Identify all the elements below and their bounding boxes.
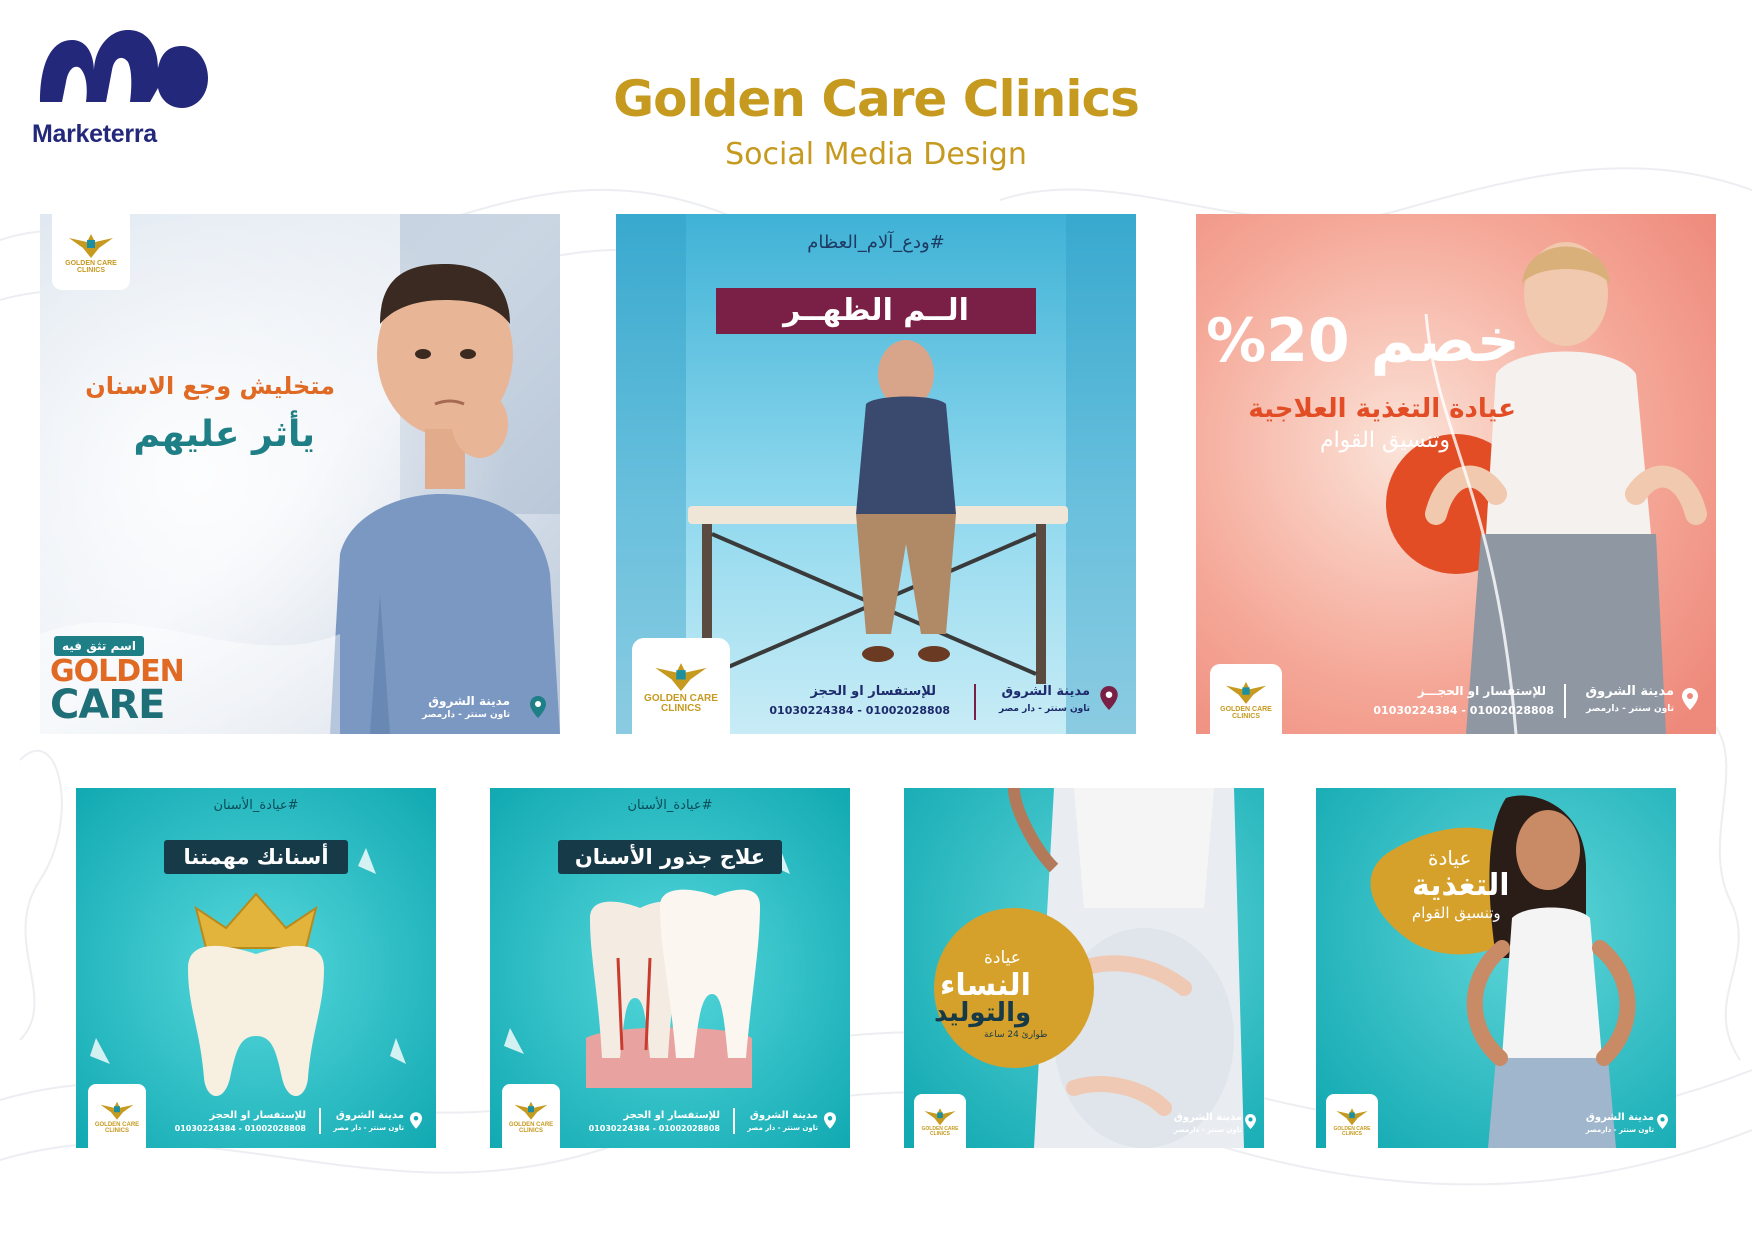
- golden-eagle-icon: [69, 233, 113, 258]
- clinic-logo: GOLDEN CARE CLINICS: [914, 1094, 966, 1148]
- clinic-name-line1: عيادة: [984, 948, 1021, 968]
- location-text: مدينة الشروق: [335, 1110, 404, 1121]
- location-text: مدينة الشروق: [1001, 684, 1090, 699]
- post-dental-kids[interactable]: GOLDEN CARE CLINICS متخليش وجع الاسنان ي…: [40, 214, 560, 734]
- phone-numbers: 01030224384 - 01002028808: [588, 1124, 720, 1133]
- hashtag: #ودع_آلام_العظام: [807, 232, 945, 253]
- contact-label: للإستفسار او الحجز: [810, 684, 936, 699]
- contact-label: للإستفسار او الحجز: [209, 1110, 306, 1121]
- clinic-logo-text: GOLDEN CARE CLINICS: [644, 692, 718, 714]
- location-pin-icon: [1245, 1114, 1256, 1129]
- phone-numbers: 01030224384 - 01002028808: [769, 704, 950, 717]
- location-pin-icon: [824, 1112, 836, 1129]
- footer-divider: [319, 1108, 321, 1134]
- location-sub-text: تاون سنتر - دار مصر: [998, 704, 1090, 714]
- page-subtitle: Social Media Design: [725, 137, 1027, 172]
- clinic-logo: GOLDEN CARE CLINICS: [88, 1084, 146, 1148]
- clinic-logo-text: GOLDEN CARE CLINICS: [921, 1125, 959, 1137]
- location-sub-text: تاون سنتر - دارمصر: [1586, 704, 1674, 714]
- clinic-logo-text: GOLDEN CARE CLINICS: [65, 259, 117, 274]
- page-title: Golden Care Clinics: [613, 70, 1140, 128]
- post-background: [1196, 214, 1716, 734]
- golden-eagle-icon: [1225, 681, 1267, 704]
- golden-eagle-icon: [924, 1107, 956, 1125]
- location-text: مدينة الشروق: [428, 694, 510, 708]
- discount-headline: خصم 20%: [1206, 306, 1522, 376]
- clinic-name-line2: التغذية: [1412, 868, 1510, 903]
- phone-numbers: 01030224384 - 01002028808: [174, 1124, 306, 1133]
- phone-numbers: 01030224384 - 01002028808: [1373, 704, 1554, 717]
- post-nutrition-discount[interactable]: خصم 20% عيادة التغذية العلاجية وتنسيق ال…: [1196, 214, 1716, 734]
- clinic-logo-text: GOLDEN CARE CLINICS: [94, 1121, 140, 1134]
- emergency-note: طوارئ 24 ساعة: [984, 1030, 1048, 1040]
- clinic-logo: GOLDEN CARE CLINICS: [1326, 1094, 1378, 1148]
- clinic-name-line3: والتوليد: [934, 998, 1032, 1028]
- location-pin-icon: [1100, 686, 1118, 710]
- marketerra-logo: Marketerra: [30, 22, 210, 148]
- headline-line1: متخليش وجع الاسنان: [85, 372, 335, 400]
- clinic-logo: GOLDEN CARE CLINICS: [1210, 664, 1282, 734]
- location-pin-icon: [410, 1112, 422, 1129]
- post-nutrition[interactable]: عيادة التغذية وتنسيق القوام GOLDEN CARE …: [1316, 788, 1676, 1148]
- location-sub-text: تاون سنتر - دارمصر: [1585, 1126, 1654, 1134]
- golden-eagle-icon: [514, 1101, 548, 1120]
- clinic-logo: GOLDEN CARE CLINICS: [502, 1084, 560, 1148]
- hashtag: #عيادة_الأسنان: [213, 798, 299, 813]
- care-wordmark: CARE: [50, 682, 165, 728]
- hashtag: #عيادة_الأسنان: [627, 798, 713, 813]
- golden-eagle-icon: [655, 662, 707, 691]
- post-root-canal[interactable]: #عيادة_الأسنان علاج جذور الأسنان GOLDEN …: [490, 788, 850, 1148]
- headline-banner: الــم الظهــر: [716, 288, 1036, 334]
- post-obgyn[interactable]: عيادة النساء والتوليد طوارئ 24 ساعة GOLD…: [904, 788, 1264, 1148]
- clinic-logo-text: GOLDEN CARE CLINICS: [1333, 1125, 1371, 1137]
- clinic-logo-text: GOLDEN CARE CLINICS: [1220, 705, 1272, 720]
- location-pin-icon: [1657, 1114, 1668, 1129]
- headline-line2: يأثر عليهم: [133, 414, 315, 455]
- clinic-logo: GOLDEN CARE CLINICS: [632, 638, 730, 734]
- tagline-badge: اسم تثق فيه: [54, 636, 144, 656]
- marketerra-mark-icon: [40, 30, 208, 108]
- post-teeth-mission[interactable]: #عيادة_الأسنان أسنانك مهمتنا GOLDEN CARE…: [76, 788, 436, 1148]
- location-text: مدينة الشروق: [1173, 1112, 1242, 1123]
- location-sub-text: تاون سنتر - دار مصر: [747, 1124, 818, 1132]
- headline-banner: أسنانك مهمتنا: [164, 840, 348, 874]
- clinic-name-line3: وتنسيق القوام: [1412, 904, 1501, 922]
- post-back-pain[interactable]: #ودع_آلام_العظام الــم الظهــر GOLDEN CA…: [616, 214, 1136, 734]
- contact-label: للإستفسار او الحجـــز: [1417, 684, 1546, 698]
- golden-eagle-icon: [1336, 1107, 1368, 1125]
- footer-divider: [1564, 684, 1566, 718]
- golden-eagle-icon: [100, 1101, 134, 1120]
- clinic-name-line2: وتنسيق القوام: [1319, 428, 1450, 453]
- location-text: مدينة الشروق: [749, 1110, 818, 1121]
- clinic-name-line1: عيادة: [1428, 846, 1472, 870]
- location-sub-text: تاون سنتر - دار مصر: [333, 1124, 404, 1132]
- footer-divider: [974, 684, 976, 720]
- marketerra-wordmark: Marketerra: [32, 120, 157, 148]
- contact-label: للإستفسار او الحجز: [623, 1110, 720, 1121]
- clinic-logo-text: GOLDEN CARE CLINICS: [508, 1121, 554, 1134]
- clinic-name-line1: عيادة التغذية العلاجية: [1248, 394, 1516, 424]
- location-sub-text: تاون سنتر - دارمصر: [1173, 1126, 1242, 1134]
- location-pin-icon: [530, 696, 546, 718]
- clinic-logo: GOLDEN CARE CLINICS: [52, 214, 130, 290]
- footer-divider: [733, 1108, 735, 1134]
- location-pin-icon: [1682, 688, 1698, 710]
- headline-banner: علاج جذور الأسنان: [558, 840, 782, 874]
- location-sub-text: تاون سنتر - دارمصر: [422, 710, 510, 720]
- location-text: مدينة الشروق: [1585, 684, 1674, 699]
- location-text: مدينة الشروق: [1585, 1112, 1654, 1123]
